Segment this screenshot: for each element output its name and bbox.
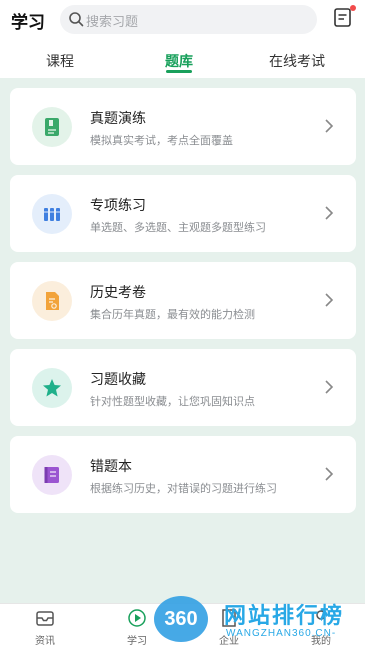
chevron-right-icon bbox=[325, 380, 334, 394]
card-icon-bg bbox=[32, 194, 72, 234]
card-title: 专项练习 bbox=[90, 197, 146, 213]
tab-online-exam[interactable]: 在线考试 bbox=[269, 51, 325, 71]
tab-courses[interactable]: 课程 bbox=[46, 51, 74, 71]
card-real-exam-practice[interactable]: 真题演练 模拟真实考试，考点全面覆盖 bbox=[10, 88, 356, 165]
card-icon-bg bbox=[32, 281, 72, 321]
card-past-exams[interactable]: 历史考卷 集合历年真题，最有效的能力检测 bbox=[10, 262, 356, 339]
search-icon bbox=[69, 12, 84, 27]
notes-button[interactable] bbox=[333, 5, 356, 30]
play-circle-icon bbox=[128, 609, 146, 627]
page-title: 学习 bbox=[11, 13, 45, 32]
watermark-brand: 网站排行榜 bbox=[224, 603, 345, 628]
search-input[interactable]: 搜索习题 bbox=[60, 5, 317, 34]
chevron-right-icon bbox=[325, 119, 334, 133]
card-title: 真题演练 bbox=[90, 110, 146, 126]
tab-question-bank[interactable]: 题库 bbox=[165, 51, 193, 71]
nav-news[interactable]: 资讯 bbox=[15, 604, 75, 648]
star-icon bbox=[43, 379, 61, 397]
inbox-icon bbox=[36, 611, 54, 626]
search-placeholder: 搜索习题 bbox=[86, 14, 139, 29]
card-saved-questions[interactable]: 习题收藏 针对性题型收藏，让您巩固知识点 bbox=[10, 349, 356, 426]
watermark-domain: WANGZHAN360.CN- bbox=[226, 628, 337, 639]
card-icon-bg bbox=[32, 368, 72, 408]
notification-dot bbox=[350, 5, 356, 11]
chevron-right-icon bbox=[325, 467, 334, 481]
card-icon-bg bbox=[32, 107, 72, 147]
watermark: 360 网站排行榜 WANGZHAN360.CN- bbox=[154, 596, 365, 648]
card-description: 根据练习历史，对错误的习题进行练习 bbox=[90, 483, 277, 495]
tab-bar: 课程 题库 在线考试 bbox=[0, 40, 365, 78]
card-wrong-questions[interactable]: 错题本 根据练习历史，对错误的习题进行练习 bbox=[10, 436, 356, 513]
card-icon-bg bbox=[32, 455, 72, 495]
card-title: 错题本 bbox=[90, 458, 132, 474]
chevron-right-icon bbox=[325, 206, 334, 220]
books-icon bbox=[44, 208, 60, 221]
nav-label: 资讯 bbox=[35, 636, 55, 647]
green-book-icon bbox=[45, 118, 59, 136]
card-description: 集合历年真题，最有效的能力检测 bbox=[90, 309, 255, 321]
card-title: 历史考卷 bbox=[90, 284, 146, 300]
card-description: 针对性题型收藏，让您巩固知识点 bbox=[90, 396, 255, 408]
chevron-right-icon bbox=[325, 293, 334, 307]
notebook-icon bbox=[44, 467, 59, 483]
exam-paper-icon bbox=[46, 292, 59, 310]
card-title: 习题收藏 bbox=[90, 371, 146, 387]
watermark-badge: 360 bbox=[154, 596, 208, 642]
top-header: 学习 搜索习题 bbox=[0, 0, 365, 40]
card-description: 模拟真实考试，考点全面覆盖 bbox=[90, 135, 233, 147]
card-topic-practice[interactable]: 专项练习 单选题、多选题、主观题多题型练习 bbox=[10, 175, 356, 252]
main-content: 真题演练 模拟真实考试，考点全面覆盖 专项练习 单选题、多选题、主观题多题型练习 bbox=[0, 78, 365, 603]
card-description: 单选题、多选题、主观题多题型练习 bbox=[90, 222, 266, 234]
active-tab-indicator bbox=[166, 70, 192, 73]
